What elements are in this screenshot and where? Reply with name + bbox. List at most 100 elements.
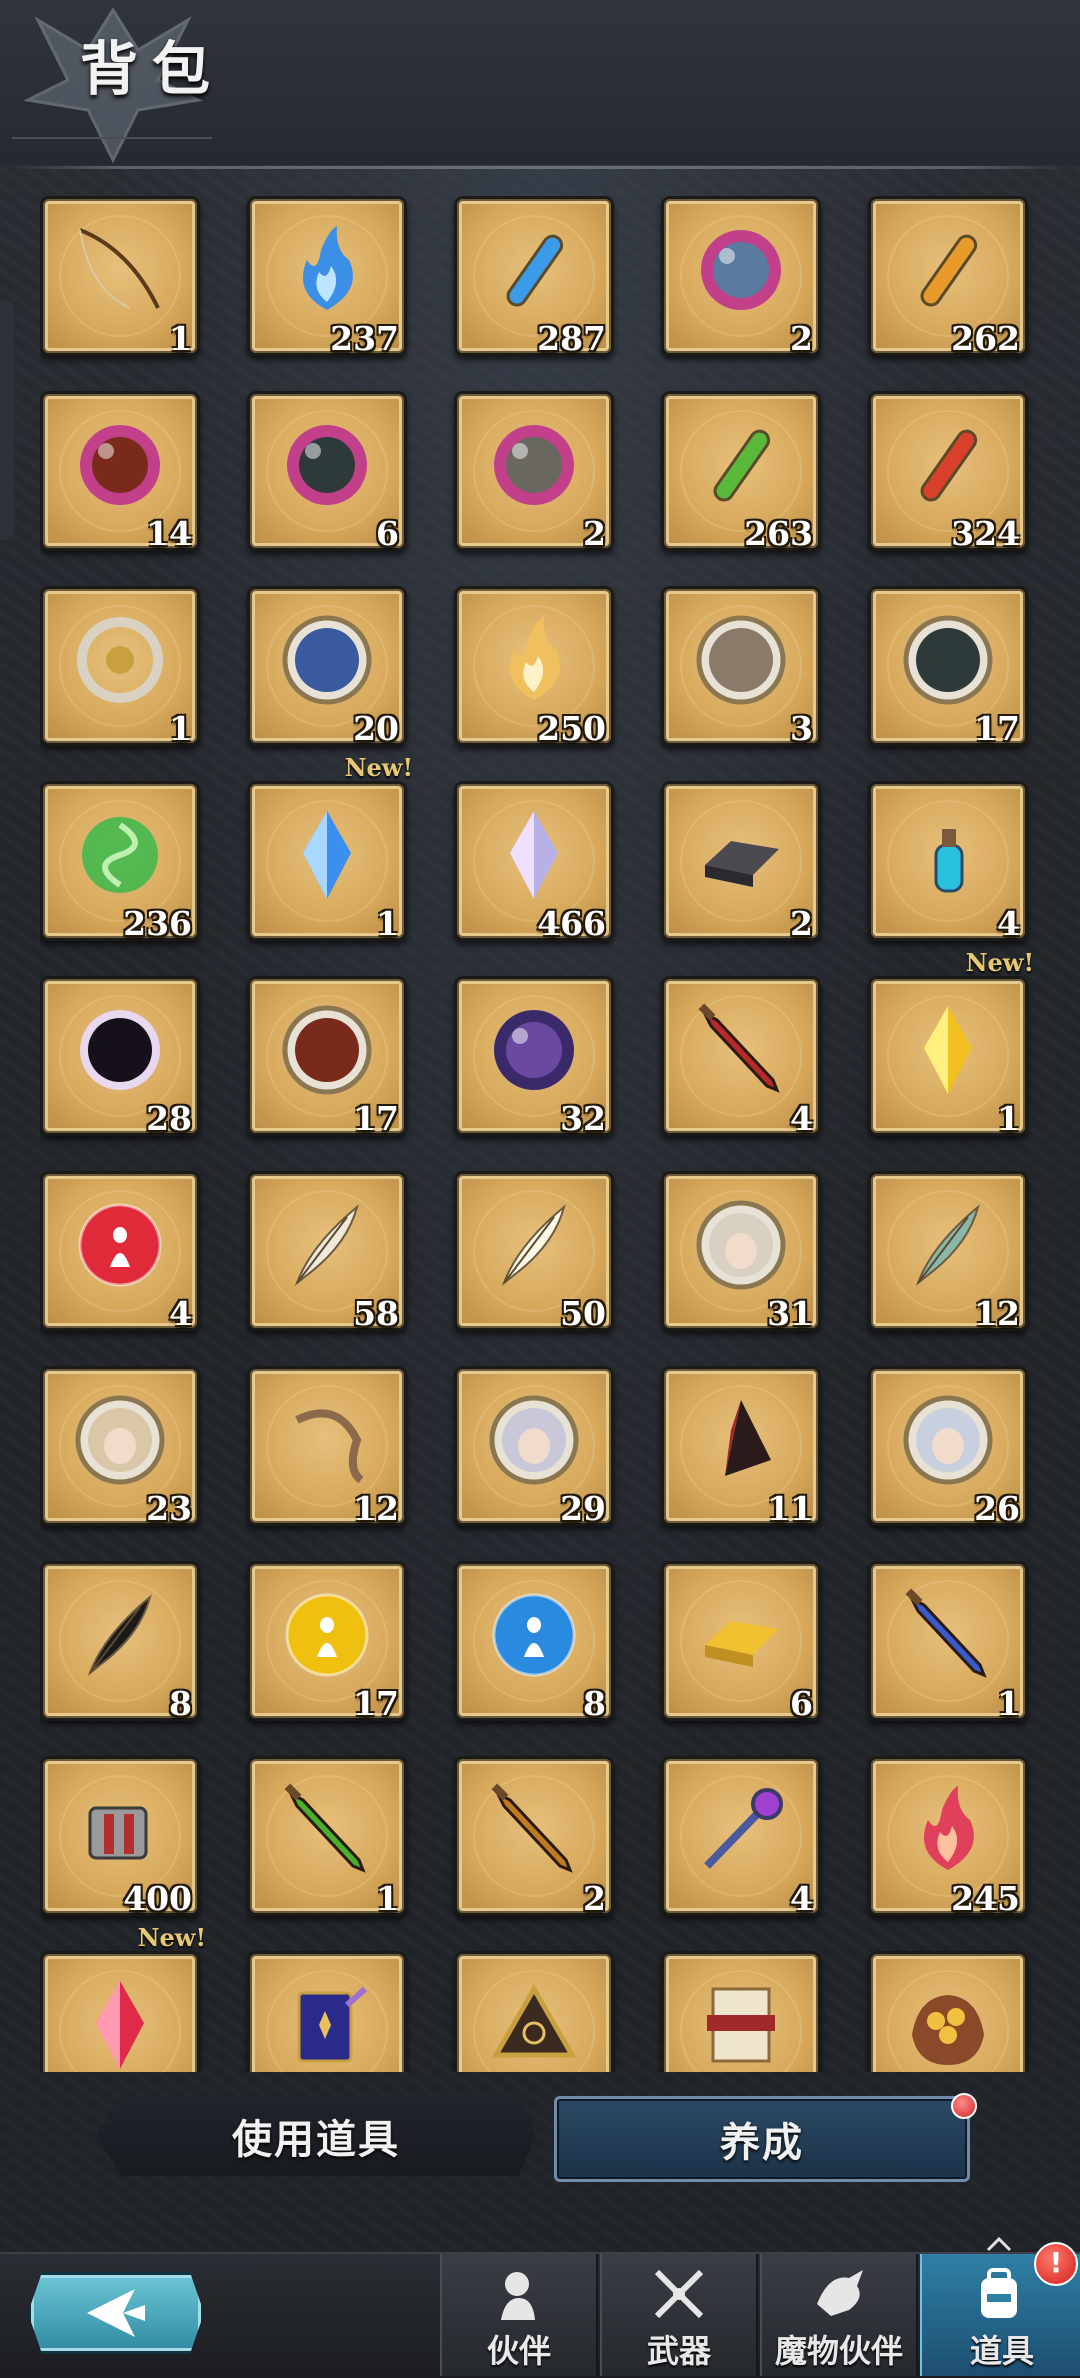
yellow-spirit-orb-icon (285, 1593, 369, 1677)
inventory-slot[interactable]: 1 (40, 196, 200, 358)
inventory-slot[interactable]: 29 (454, 1366, 614, 1528)
item-count: 17 (353, 1684, 399, 1723)
inventory-slot[interactable]: 31 (661, 1171, 821, 1333)
inventory-slot[interactable]: 1 (247, 1756, 407, 1918)
item-count: 8 (169, 1684, 192, 1723)
inventory-slot[interactable]: 17 (247, 976, 407, 1138)
inventory-slot[interactable]: 2 (661, 196, 821, 358)
gold-crystal-icon (924, 1006, 972, 1094)
inventory-slot[interactable]: 287 (454, 196, 614, 358)
inventory-slot[interactable]: 58 (247, 1171, 407, 1333)
inventory-slot[interactable]: 28 (40, 976, 200, 1138)
inventory-slot[interactable]: 8 (40, 1561, 200, 1723)
inventory-slot[interactable] (661, 1951, 821, 2072)
inventory-slot[interactable]: 2 (454, 1756, 614, 1918)
item-count: 50 (560, 1294, 606, 1333)
inventory-slot[interactable]: 12 (247, 1366, 407, 1528)
item-count: 20 (353, 709, 399, 748)
inventory-slot[interactable] (247, 1951, 407, 2072)
inventory-slot[interactable]: 2 (454, 391, 614, 553)
inventory-slot[interactable]: 14 (40, 391, 200, 553)
inventory-slot[interactable]: 4 (40, 1171, 200, 1333)
tab-partner[interactable]: 伙伴 (440, 2254, 598, 2376)
item-count: 8 (583, 1684, 606, 1723)
black-hole-icon (80, 1010, 160, 1090)
item-count: 2 (790, 904, 813, 943)
inventory-slot[interactable]: 17 (247, 1561, 407, 1723)
blue-blade-icon (905, 1588, 987, 1678)
inventory-slot[interactable]: 1 New! (247, 753, 413, 943)
inventory-slot[interactable]: 1 New! (868, 948, 1034, 1138)
use-item-label: 使用道具 (232, 2117, 400, 2163)
inventory-slot[interactable] (454, 1951, 614, 2072)
inventory-slot[interactable]: 466 (454, 781, 614, 943)
tab-monster-partner-label: 魔物伙伴 (774, 2332, 903, 2370)
back-arrow-icon (87, 2289, 145, 2337)
inventory-slot[interactable]: 8 (454, 1561, 614, 1723)
inventory-slot[interactable]: 12 (868, 1171, 1028, 1333)
inventory-slot[interactable]: 237 (247, 196, 407, 358)
prism-crystal-icon (510, 811, 558, 899)
inventory-slot[interactable]: 6 (247, 391, 407, 553)
orange-vial-icon (920, 234, 978, 307)
inventory-slot[interactable] (868, 1951, 1028, 2072)
black-feather-icon (87, 1594, 152, 1677)
item-count: 250 (537, 709, 606, 748)
cultivate-button[interactable]: 养成 (554, 2093, 977, 2182)
shining-feather-icon (501, 1204, 566, 1287)
inventory-slot[interactable]: 400 (40, 1756, 200, 1918)
back-button[interactable] (28, 2272, 204, 2354)
inventory-slot[interactable]: 250 (454, 586, 614, 748)
inventory-slot[interactable]: 4 (868, 781, 1028, 943)
inventory-slot[interactable]: 3 (661, 586, 821, 748)
inventory-slot[interactable]: 1 (868, 1561, 1028, 1723)
tab-weapon-label: 武器 (646, 2332, 711, 2370)
item-count: 262 (951, 319, 1020, 358)
gold-bar-icon (705, 1621, 779, 1667)
inventory-slot[interactable]: 4 (661, 1756, 821, 1918)
item-count: 12 (353, 1489, 399, 1528)
stone-medal-icon (696, 615, 786, 705)
page-title: 背包 (80, 35, 225, 103)
inventory-slot[interactable]: 32 (454, 976, 614, 1138)
lava-medal-icon (282, 1005, 372, 1095)
inventory-slot[interactable]: 2 (661, 781, 821, 943)
inventory-slot[interactable]: 20 (247, 586, 407, 748)
inventory-slot[interactable]: 324 (868, 391, 1028, 553)
side-drawer-tab[interactable] (0, 300, 14, 540)
inventory-slot[interactable]: 245 (868, 1756, 1028, 1918)
inventory-slot[interactable]: 1 (40, 586, 200, 748)
tab-weapon[interactable]: 武器 (600, 2254, 758, 2376)
inventory-slot[interactable]: 6 (661, 1561, 821, 1723)
item-count: 4 (169, 1294, 192, 1333)
purple-eye-orb-icon (494, 1010, 574, 1090)
inventory-slot[interactable]: 262 (868, 196, 1028, 358)
item-count: 3 (790, 709, 813, 748)
inventory-slot[interactable]: 17 (868, 586, 1028, 748)
item-count: 2 (583, 1879, 606, 1918)
item-count: 17 (353, 1099, 399, 1138)
fishing-rod-icon (79, 228, 160, 309)
use-item-button[interactable]: 使用道具 (96, 2096, 536, 2176)
action-bar: 使用道具 养成 (96, 2093, 984, 2182)
item-count: 2 (583, 514, 606, 553)
new-badge: New! (137, 1923, 206, 1952)
inventory-slot[interactable]: 26 (868, 1366, 1028, 1528)
green-blade-icon (284, 1783, 366, 1873)
horned-girl-portrait-icon (489, 1395, 579, 1485)
inventory-slot[interactable]: 11 (661, 1366, 821, 1528)
chevron-up-icon (986, 2236, 1012, 2252)
backpack-icon (981, 2268, 1017, 2318)
green-vial-icon (713, 429, 771, 502)
inventory-slot[interactable]: 4 (661, 976, 821, 1138)
inventory-slot[interactable]: 23 (40, 1366, 200, 1528)
inventory-slot[interactable]: 50 (454, 1171, 614, 1333)
inventory-grid[interactable]: 1 237 287 2 262 14 6 2 263 324 1 20 250 3 17 236 1 New! 46… (40, 196, 1040, 2072)
inventory-slot[interactable]: 236 (40, 781, 200, 943)
new-badge: New! (965, 948, 1034, 977)
tab-monster-partner[interactable]: 魔物伙伴 (760, 2254, 918, 2376)
item-count: 1 (169, 709, 192, 748)
inventory-slot[interactable]: 263 (661, 391, 821, 553)
red-crystal-icon (96, 1981, 144, 2069)
inventory-slot[interactable]: New! (40, 1923, 206, 2072)
